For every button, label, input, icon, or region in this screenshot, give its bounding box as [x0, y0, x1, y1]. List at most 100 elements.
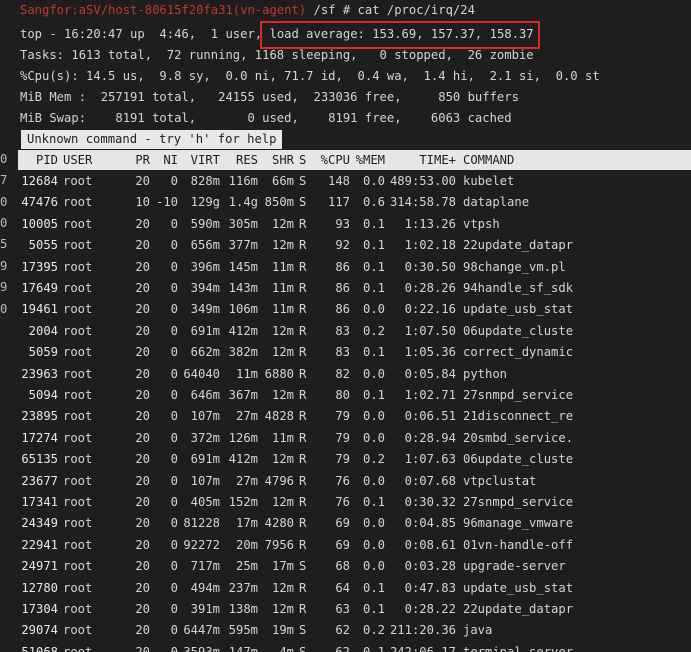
cell-virt: 64040: [183, 366, 220, 381]
cell-time: 1:05.36: [404, 345, 456, 360]
gutter-char: 5: [0, 237, 8, 252]
cell-state: R: [299, 580, 307, 595]
cell-command: 06update_cluste: [463, 323, 574, 338]
cell-time: 0:05.84: [404, 366, 456, 381]
cell-state: R: [299, 516, 307, 531]
cell-ni: 0: [170, 259, 178, 274]
gutter-char: 0: [0, 301, 8, 316]
cell-virt: 129g: [190, 195, 220, 210]
cell-time: 0:28.26: [404, 281, 456, 295]
cell-pid: 23677: [21, 473, 58, 488]
cell-user: root: [63, 430, 93, 445]
cell-state: R: [299, 345, 307, 360]
cell-time: 1:02.71: [404, 388, 456, 402]
cell-time: 242:06.17: [389, 644, 456, 652]
cell-cpu: 76: [335, 473, 350, 488]
prompt-context: (vn-agent): [232, 3, 307, 17]
cell-user: root: [63, 216, 93, 231]
cell-pid: 5059: [28, 345, 58, 360]
cell-res: 305m: [228, 216, 258, 231]
header-time: TIME+: [419, 153, 456, 167]
cell-ni: 0: [170, 623, 178, 638]
mem-line: MiB Mem : 257191 total, 24155 used, 2330…: [20, 90, 519, 104]
cell-res: 152m: [228, 495, 258, 509]
cell-ni: 0: [170, 516, 178, 531]
cell-virt: 396m: [190, 259, 220, 274]
cell-ni: 0: [170, 216, 178, 231]
terminal-window[interactable]: Sangfor:aSV/host-80615f20fa31(vn-agent) …: [0, 0, 691, 652]
cell-mem: 0.1: [362, 281, 385, 295]
process-row: 24349 root 20 0 81228 17m 4280 R 69 0.0 0:04.85 96m…: [0, 513, 691, 534]
cell-state: S: [299, 559, 307, 574]
cell-mem: 0.2: [362, 323, 385, 338]
cell-mem: 0.6: [362, 195, 385, 210]
cell-res: 1.4g: [228, 195, 258, 210]
gutter-char: 0: [0, 151, 8, 166]
cell-user: root: [63, 623, 93, 638]
cell-time: 0:28.22: [404, 602, 456, 616]
cell-mem: 0.1: [362, 495, 385, 509]
cell-pid: 17649: [21, 281, 58, 295]
cell-user: root: [63, 345, 93, 360]
header-shr: SHR: [271, 153, 294, 167]
cell-user: root: [63, 366, 93, 381]
process-row: 23963 root 20 0 64040 11m 6880 R 82 0.0 0:05.84 pyt…: [0, 364, 691, 385]
cell-pr: 20: [135, 644, 150, 652]
cell-res: 17m: [235, 516, 258, 531]
cell-shr: 4280: [264, 516, 294, 531]
cell-pid: 22941: [21, 537, 58, 552]
cell-pid: 29074: [21, 623, 58, 638]
cell-ni: 0: [170, 602, 178, 616]
cell-user: root: [63, 495, 93, 509]
cell-res: 147m: [228, 644, 258, 652]
cell-shr: 12m: [271, 452, 294, 467]
cell-cpu: 86: [335, 281, 350, 295]
cell-cpu: 86: [335, 302, 350, 317]
uptime-text: top - 16:20:47 up 4:46, 1 user,: [20, 27, 263, 41]
cell-state: R: [299, 452, 307, 467]
cell-res: 27m: [235, 409, 258, 424]
process-row: 2004 root 20 0 691m 412m 12m R 83 0.2 1:07.50 06upd…: [0, 321, 691, 342]
cell-user: root: [63, 238, 93, 253]
cell-mem: 0.0: [362, 559, 385, 574]
cell-pr: 20: [135, 495, 150, 509]
cell-ni: 0: [170, 174, 178, 188]
cell-mem: 0.0: [362, 537, 385, 552]
cell-pid: 2004: [28, 323, 58, 338]
cell-res: 116m: [228, 174, 258, 188]
cell-state: S: [299, 644, 307, 652]
cell-state: R: [299, 473, 307, 488]
cell-command: 22update_datapr: [463, 238, 574, 253]
cell-user: root: [63, 580, 93, 595]
cell-virt: 494m: [190, 580, 220, 595]
cell-pr: 20: [135, 259, 150, 274]
cell-shr: 12m: [271, 345, 294, 360]
cell-pid: 17395: [21, 259, 58, 274]
prompt-command: /sf # cat /proc/irq/24: [306, 3, 475, 17]
cell-mem: 0.1: [362, 580, 385, 595]
cell-shr: 6880: [264, 366, 294, 381]
cell-shr: 12m: [271, 602, 294, 616]
process-row: 17649 root 20 0 394m 143m 11m R 86 0.1 0:28.26 94ha…: [0, 278, 691, 299]
cell-pr: 20: [135, 388, 150, 402]
cell-state: R: [299, 602, 307, 616]
cell-state: R: [299, 238, 307, 253]
cell-cpu: 63: [335, 602, 350, 616]
cell-virt: 107m: [190, 473, 220, 488]
swap-line: MiB Swap: 8191 total, 0 used, 8191 free,…: [20, 111, 512, 125]
cell-cpu: 117: [327, 195, 350, 210]
cell-mem: 0.0: [362, 366, 385, 381]
cell-state: R: [299, 537, 307, 552]
cell-time: 1:07.50: [404, 323, 456, 338]
cell-command: 98change_vm.pl: [463, 259, 566, 274]
cell-mem: 0.0: [362, 430, 385, 445]
cell-user: root: [63, 302, 93, 317]
cell-state: R: [299, 409, 307, 424]
cell-virt: 391m: [190, 602, 220, 616]
process-row: 29074 root 20 0 6447m 595m 19m S 62 0.2 211:20.36 j…: [0, 620, 691, 641]
cell-virt: 717m: [190, 559, 220, 574]
cell-command: update_usb_stat: [463, 302, 574, 317]
cell-res: 412m: [228, 323, 258, 338]
tasks-line: Tasks: 1613 total, 72 running, 1168 slee…: [20, 48, 534, 62]
cell-command: vtpsh: [463, 216, 500, 231]
